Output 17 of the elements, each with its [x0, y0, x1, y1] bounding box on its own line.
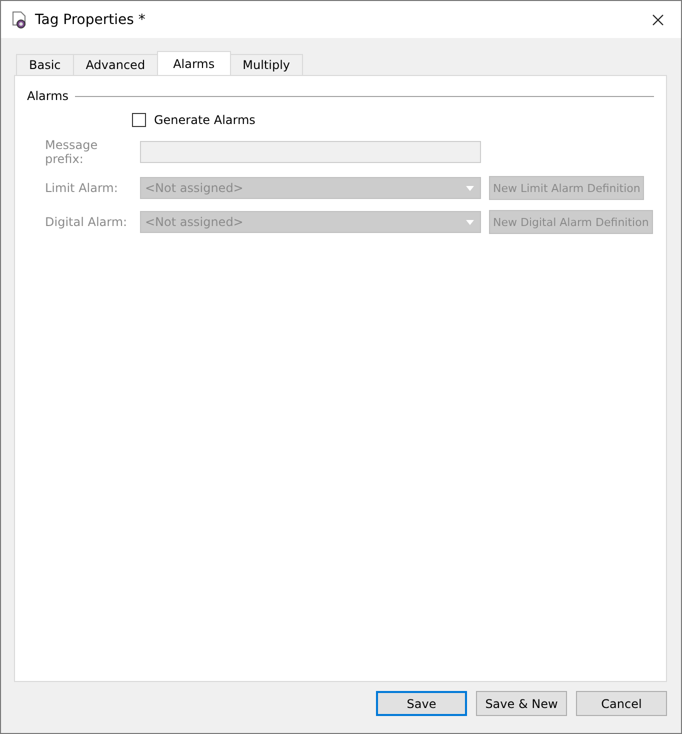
tab[interactable]: Alarms — [157, 51, 231, 75]
caret-icon — [466, 220, 474, 224]
close-icon — [652, 14, 664, 26]
field-label: Digital Alarm: — [45, 215, 128, 229]
checkbox-label: Generate Alarms — [154, 113, 256, 127]
group-title: Alarms — [27, 89, 69, 103]
tab[interactable]: Multiply — [230, 54, 304, 75]
dialog-button[interactable]: Save & New — [476, 691, 567, 716]
field-label: Message prefix: — [45, 138, 99, 166]
checkbox[interactable] — [132, 113, 146, 127]
tab[interactable]: Basic — [16, 54, 74, 75]
field-label: Limit Alarm: — [45, 181, 119, 195]
document-icon — [10, 10, 28, 28]
dialog-button[interactable]: Cancel — [576, 691, 667, 716]
caret-icon — [466, 186, 474, 190]
window-title: Tag Properties * — [35, 12, 146, 28]
dialog-button[interactable]: Save — [376, 691, 467, 716]
